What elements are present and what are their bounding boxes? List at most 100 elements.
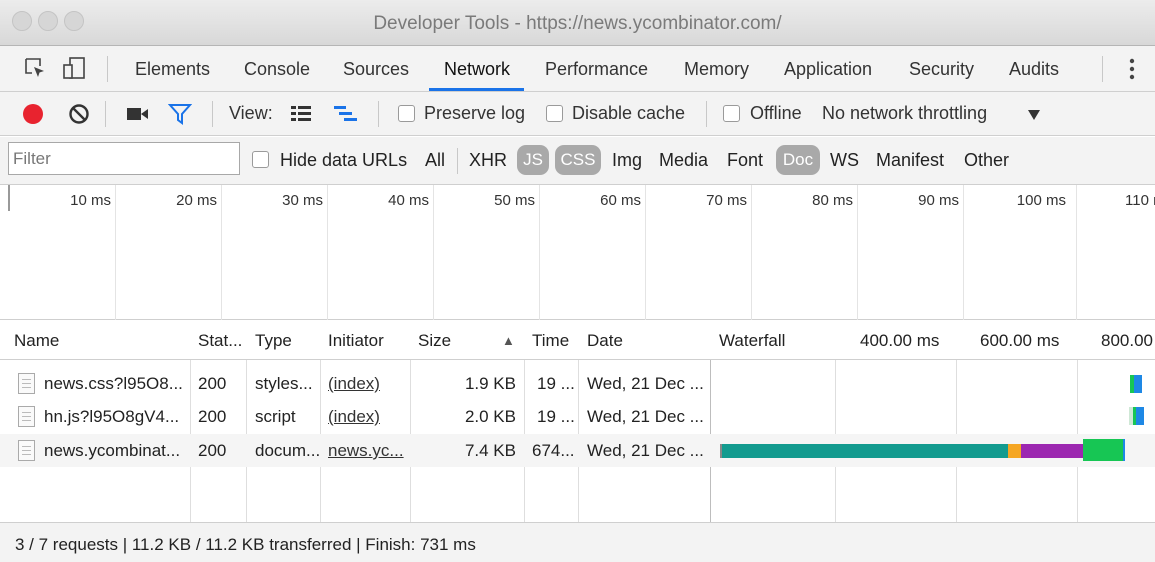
filter-type-xhr[interactable]: XHR xyxy=(469,150,507,171)
filter-type-media[interactable]: Media xyxy=(659,150,708,171)
waterfall-tick-label: 400.00 ms xyxy=(860,331,940,350)
waterfall-bar[interactable] xyxy=(722,444,1008,458)
hide-data-urls-label: Hide data URLs xyxy=(280,150,408,170)
column-header-size[interactable]: Size xyxy=(418,320,451,360)
overview-tick-label: 70 ms xyxy=(706,192,747,209)
column-header-type[interactable]: Type xyxy=(255,320,292,360)
column-header-date[interactable]: Date xyxy=(587,320,623,360)
filter-input[interactable] xyxy=(8,142,240,175)
overview-tick-label: 100 ms xyxy=(1016,192,1066,209)
inspect-element-icon[interactable] xyxy=(24,57,46,79)
overview-tick-label: 60 ms xyxy=(600,192,641,209)
filter-type-ws[interactable]: WS xyxy=(830,150,859,171)
overview-tick-label: 50 ms xyxy=(494,192,535,209)
view-label: View: xyxy=(229,103,273,123)
request-time: 19 ... xyxy=(537,374,575,393)
network-toolbar: View: Preserve log Disable cache Offline… xyxy=(0,92,1155,136)
tab-sources[interactable]: Sources xyxy=(343,59,409,80)
waterfall-bar[interactable] xyxy=(1008,444,1021,458)
tab-security[interactable]: Security xyxy=(909,59,974,80)
column-header-waterfall[interactable]: Waterfall xyxy=(719,320,785,360)
device-toolbar-icon[interactable] xyxy=(62,56,88,80)
filter-type-img[interactable]: Img xyxy=(612,150,642,171)
overview-tick-label: 40 ms xyxy=(388,192,429,209)
waterfall-bar[interactable] xyxy=(1136,407,1144,425)
request-time: 674... xyxy=(532,441,575,460)
filter-type-doc[interactable]: Doc xyxy=(776,145,820,175)
tab-application[interactable]: Application xyxy=(784,59,872,80)
requests-table: Name Stat... Type Initiator Size ▲ Time … xyxy=(0,320,1155,522)
request-date: Wed, 21 Dec ... xyxy=(587,374,704,393)
request-size: 2.0 KB xyxy=(464,407,516,426)
request-initiator-link[interactable]: news.yc... xyxy=(328,441,408,461)
tab-audits[interactable]: Audits xyxy=(1009,59,1059,80)
column-header-initiator[interactable]: Initiator xyxy=(328,320,384,360)
request-name: news.ycombinat... xyxy=(44,441,181,460)
network-throttling-select[interactable]: No network throttling xyxy=(822,103,987,124)
overview-waterfall-icon[interactable] xyxy=(333,104,359,124)
window-title: Developer Tools - https://news.ycombinat… xyxy=(373,13,782,34)
waterfall-tick-label: 800.00 xyxy=(1101,331,1153,350)
filter-bar: Hide data URLs All XHR JS CSS Img Media … xyxy=(0,137,1155,185)
record-icon[interactable] xyxy=(22,103,44,125)
table-row[interactable]: news.css?l95O8... 200 styles... (index) … xyxy=(0,367,1155,400)
request-size: 7.4 KB xyxy=(464,441,516,460)
tab-network[interactable]: Network xyxy=(444,59,510,80)
filter-type-all[interactable]: All xyxy=(425,150,445,171)
capture-screenshots-icon[interactable] xyxy=(126,106,150,122)
overview-tick-label: 30 ms xyxy=(282,192,323,209)
table-row[interactable]: news.ycombinat... 200 docum... news.yc..… xyxy=(0,434,1155,467)
request-date: Wed, 21 Dec ... xyxy=(587,407,704,426)
request-status: 200 xyxy=(198,441,227,460)
offline-checkbox[interactable] xyxy=(723,105,740,122)
request-type: styles... xyxy=(255,374,313,393)
request-initiator-link[interactable]: (index) xyxy=(328,407,380,427)
status-summary: 3 / 7 requests | 11.2 KB / 11.2 KB trans… xyxy=(15,535,476,554)
offline-label: Offline xyxy=(750,103,802,123)
request-size: 1.9 KB xyxy=(464,374,516,393)
overview-tick-label: 10 ms xyxy=(70,192,111,209)
filter-type-font[interactable]: Font xyxy=(727,150,763,171)
filter-type-other[interactable]: Other xyxy=(964,150,1009,171)
hide-data-urls-checkbox[interactable] xyxy=(252,151,269,168)
preserve-log-label: Preserve log xyxy=(424,103,526,123)
request-name: news.css?l95O8... xyxy=(44,374,183,393)
request-type: docum... xyxy=(255,441,319,460)
clear-icon[interactable] xyxy=(68,103,90,125)
column-header-name[interactable]: Name xyxy=(14,320,59,360)
more-options-icon[interactable] xyxy=(1126,57,1138,81)
filter-type-css[interactable]: CSS xyxy=(555,145,601,175)
overview-tick-label: 80 ms xyxy=(812,192,853,209)
column-header-status[interactable]: Stat... xyxy=(198,320,242,360)
tab-performance[interactable]: Performance xyxy=(545,59,648,80)
table-row[interactable]: hn.js?l95O8gV4... 200 script (index) 2.0… xyxy=(0,400,1155,433)
window-title-bar: Developer Tools - https://news.ycombinat… xyxy=(0,0,1155,46)
disable-cache-checkbox[interactable] xyxy=(546,105,563,122)
waterfall-bar[interactable] xyxy=(1021,444,1083,458)
request-type: script xyxy=(255,407,296,426)
network-overview-timeline[interactable]: 10 ms 20 ms 30 ms 40 ms 50 ms 60 ms 70 m… xyxy=(0,185,1155,320)
large-request-rows-icon[interactable] xyxy=(290,104,312,124)
sort-ascending-icon: ▲ xyxy=(502,333,515,348)
waterfall-bar[interactable] xyxy=(1134,375,1142,393)
disable-cache-label: Disable cache xyxy=(572,103,686,123)
request-initiator-link[interactable]: (index) xyxy=(328,374,380,394)
waterfall-bar[interactable] xyxy=(1083,439,1123,461)
filter-type-js[interactable]: JS xyxy=(517,145,549,175)
active-tab-indicator xyxy=(429,88,524,91)
request-name: hn.js?l95O8gV4... xyxy=(44,407,180,426)
tab-memory[interactable]: Memory xyxy=(684,59,749,80)
status-bar: 3 / 7 requests | 11.2 KB / 11.2 KB trans… xyxy=(0,522,1155,562)
file-icon xyxy=(18,406,35,427)
request-time: 19 ... xyxy=(537,407,575,426)
throttling-dropdown-arrow-icon[interactable] xyxy=(1027,109,1041,121)
preserve-log-checkbox[interactable] xyxy=(398,105,415,122)
column-header-time[interactable]: Time xyxy=(532,320,569,360)
file-icon xyxy=(18,373,35,394)
waterfall-bar[interactable] xyxy=(1123,439,1125,461)
tab-elements[interactable]: Elements xyxy=(135,59,210,80)
tab-console[interactable]: Console xyxy=(244,59,310,80)
table-header-row: Name Stat... Type Initiator Size ▲ Time … xyxy=(0,320,1155,360)
filter-type-manifest[interactable]: Manifest xyxy=(876,150,944,171)
filter-icon[interactable] xyxy=(168,103,192,125)
